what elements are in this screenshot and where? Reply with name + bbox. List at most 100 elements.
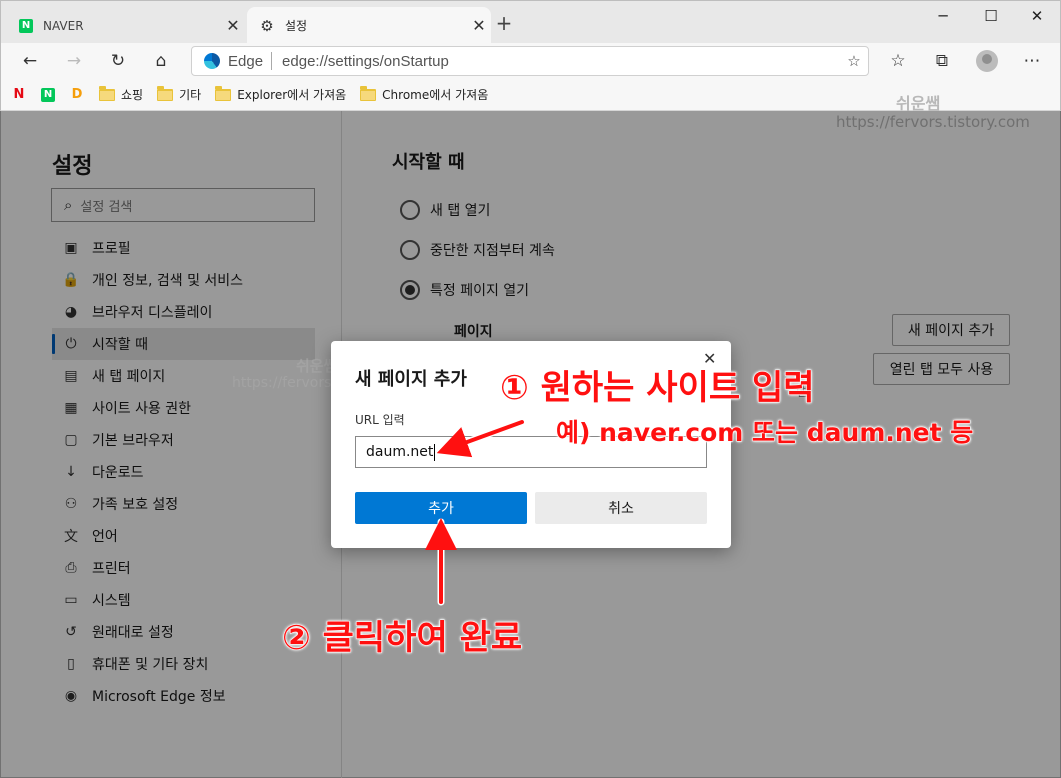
sidebar-item-label: 새 탭 페이지 bbox=[92, 369, 166, 385]
tab-settings[interactable]: ⚙ 설정 ✕ bbox=[247, 7, 491, 44]
add-button[interactable]: 추가 bbox=[355, 492, 527, 524]
text-caret bbox=[434, 443, 436, 461]
divider bbox=[271, 52, 273, 70]
maximize-button[interactable]: ☐ bbox=[967, 1, 1015, 31]
bookmark-folder-etc[interactable]: 기타 bbox=[157, 85, 202, 103]
sidebar-item-label: 시스템 bbox=[92, 593, 131, 609]
radio-specific-pages[interactable]: 특정 페이지 열기 bbox=[400, 279, 529, 301]
tab-strip: N NAVER ✕ ⚙ 설정 ✕ + ─ ☐ ✕ bbox=[0, 0, 1061, 44]
sidebar-item-label: 다운로드 bbox=[92, 465, 144, 481]
sidebar-item-family[interactable]: ⚇ 가족 보호 설정 bbox=[52, 488, 315, 520]
bookmark-naver[interactable]: N bbox=[41, 87, 55, 102]
minimize-button[interactable]: ─ bbox=[919, 1, 967, 31]
sidebar-item-label: 기본 브라우저 bbox=[92, 433, 174, 449]
url-text[interactable]: edge://settings/onStartup bbox=[282, 53, 840, 70]
refresh-button[interactable]: ↻ bbox=[103, 47, 133, 75]
close-icon[interactable]: ✕ bbox=[221, 16, 245, 35]
bookmark-folder-shopping[interactable]: 쇼핑 bbox=[99, 85, 144, 103]
radio-new-tab[interactable]: 새 탭 열기 bbox=[400, 199, 490, 221]
family-icon: ⚇ bbox=[64, 496, 78, 512]
bookmark-netflix[interactable]: N bbox=[11, 87, 27, 103]
tab-label: NAVER bbox=[43, 18, 84, 33]
sidebar-item-power[interactable]: ⏻ 시작할 때 bbox=[52, 328, 315, 360]
sidebar-item-site-permission[interactable]: ▦ 사이트 사용 권한 bbox=[52, 392, 315, 424]
profile-button[interactable] bbox=[972, 47, 1002, 75]
naver-icon: N bbox=[19, 18, 33, 33]
radio-label: 특정 페이지 열기 bbox=[430, 283, 530, 299]
collections-icon[interactable]: ⧉ bbox=[927, 47, 957, 75]
gear-icon: ⚙ bbox=[260, 16, 274, 35]
page-title: 시작할 때 bbox=[392, 152, 465, 173]
download-icon: ↓ bbox=[65, 464, 77, 480]
edge-icon: ◉ bbox=[64, 688, 78, 704]
home-button[interactable]: ⌂ bbox=[146, 47, 176, 75]
radio-button[interactable] bbox=[400, 200, 420, 220]
new-tab-button[interactable]: + bbox=[493, 11, 515, 35]
bookmark-folder-chrome[interactable]: Chrome에서 가져옴 bbox=[360, 85, 489, 103]
url-label: URL 입력 bbox=[355, 413, 405, 427]
sidebar-item-label: 브라우저 디스플레이 bbox=[92, 305, 213, 321]
bookmark-label: 기타 bbox=[179, 88, 202, 102]
sidebar-item-label: Microsoft Edge 정보 bbox=[92, 689, 226, 705]
lock-icon: 🔒 bbox=[62, 272, 80, 288]
settings-search-input[interactable]: ⌕ 설정 검색 bbox=[51, 188, 315, 222]
folder-icon bbox=[360, 85, 377, 101]
sidebar-item-label: 언어 bbox=[92, 529, 118, 545]
favorites-icon[interactable]: ☆ bbox=[883, 47, 913, 75]
radio-button[interactable] bbox=[400, 280, 420, 300]
sidebar-item-profile[interactable]: ▣ 프로필 bbox=[52, 232, 315, 264]
sidebar-item-lock[interactable]: 🔒 개인 정보, 검색 및 서비스 bbox=[52, 264, 315, 296]
system-icon: ▭ bbox=[64, 592, 78, 608]
sidebar-item-system[interactable]: ▭ 시스템 bbox=[52, 584, 315, 616]
annotation-step1: ① 원하는 사이트 입력 bbox=[500, 368, 816, 409]
bookmark-folder-explorer[interactable]: Explorer에서 가져옴 bbox=[215, 85, 347, 103]
cancel-button[interactable]: 취소 bbox=[535, 492, 707, 524]
dialog-title: 새 페이지 추가 bbox=[355, 369, 467, 390]
annotation-step1-example: 예) naver.com 또는 daum.net 등 bbox=[555, 418, 974, 448]
tab-label: 설정 bbox=[285, 19, 308, 33]
sidebar-item-phone[interactable]: ▯ 휴대폰 및 기타 장치 bbox=[52, 648, 315, 680]
address-bar[interactable]: Edge edge://settings/onStartup ☆ bbox=[191, 46, 869, 76]
default-browser-icon: ▢ bbox=[64, 432, 78, 448]
tab-naver[interactable]: N NAVER ✕ bbox=[7, 7, 245, 44]
close-window-button[interactable]: ✕ bbox=[1013, 1, 1061, 31]
sidebar-item-edge[interactable]: ◉ Microsoft Edge 정보 bbox=[52, 680, 315, 712]
avatar bbox=[976, 50, 998, 72]
sidebar-item-label: 사이트 사용 권한 bbox=[92, 401, 192, 417]
forward-button[interactable]: → bbox=[59, 47, 89, 75]
pages-label: 페이지 bbox=[454, 324, 493, 340]
sidebar-item-reset[interactable]: ↺ 원래대로 설정 bbox=[52, 616, 315, 648]
search-icon: ⌕ bbox=[64, 196, 73, 214]
edge-icon bbox=[204, 53, 220, 69]
folder-icon bbox=[215, 85, 232, 101]
more-menu-icon[interactable]: ⋯ bbox=[1017, 47, 1047, 75]
sidebar-item-label: 프린터 bbox=[92, 561, 131, 577]
bookmark-label: 쇼핑 bbox=[121, 88, 144, 102]
radio-label: 새 탭 열기 bbox=[430, 203, 491, 219]
star-icon[interactable]: ☆ bbox=[840, 52, 868, 70]
sidebar-item-label: 휴대폰 및 기타 장치 bbox=[92, 657, 209, 673]
use-open-tabs-button[interactable]: 열린 탭 모두 사용 bbox=[873, 353, 1010, 385]
add-page-button[interactable]: 새 페이지 추가 bbox=[892, 314, 1010, 346]
sidebar-item-default-browser[interactable]: ▢ 기본 브라우저 bbox=[52, 424, 315, 456]
back-button[interactable]: ← bbox=[15, 47, 45, 75]
sidebar-item-download[interactable]: ↓ 다운로드 bbox=[52, 456, 315, 488]
naver-icon: N bbox=[41, 87, 55, 102]
sidebar-item-palette[interactable]: ◕ 브라우저 디스플레이 bbox=[52, 296, 315, 328]
power-icon: ⏻ bbox=[65, 336, 77, 352]
radio-label: 중단한 지점부터 계속 bbox=[430, 243, 555, 259]
radio-button[interactable] bbox=[400, 240, 420, 260]
sidebar-item-label: 시작할 때 bbox=[92, 337, 148, 353]
phone-icon: ▯ bbox=[67, 656, 75, 672]
radio-continue[interactable]: 중단한 지점부터 계속 bbox=[400, 239, 555, 261]
bookmark-daum[interactable]: D bbox=[69, 87, 85, 103]
bookmark-label: Explorer에서 가져옴 bbox=[237, 88, 347, 102]
printer-icon: ⎙ bbox=[65, 560, 77, 576]
sidebar-item-language[interactable]: 文 언어 bbox=[52, 520, 315, 552]
sidebar-item-printer[interactable]: ⎙ 프린터 bbox=[52, 552, 315, 584]
reset-icon: ↺ bbox=[65, 624, 77, 640]
daum-icon: D bbox=[71, 87, 83, 102]
bookmark-label: Chrome에서 가져옴 bbox=[382, 88, 489, 102]
browser-name: Edge bbox=[228, 52, 264, 70]
close-icon[interactable]: ✕ bbox=[467, 16, 491, 35]
